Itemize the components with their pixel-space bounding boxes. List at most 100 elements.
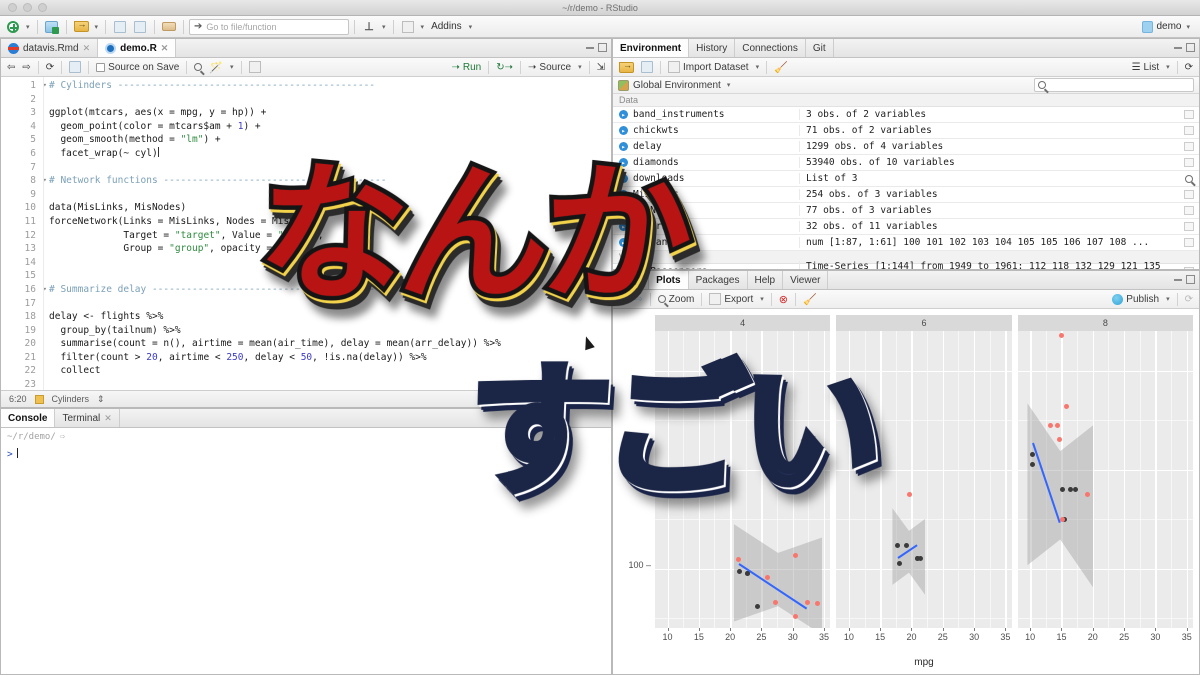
grid-icon[interactable] (1179, 158, 1199, 167)
plot-canvas[interactable]: 100 – 468 10 15 20 25 30 35 10 15 20 25 30 35 10 15 20… (613, 309, 1199, 674)
panes-dropdown-icon[interactable]: ▾ (419, 23, 427, 31)
code-line[interactable]: delay <- flights %>% (49, 310, 611, 324)
addins-dropdown-icon[interactable]: ▾ (467, 23, 475, 31)
code-line[interactable]: summarise(count = n(), airtime = mean(ai… (49, 337, 611, 351)
next-plot-button[interactable]: ⇨ (632, 294, 644, 305)
remove-plot-button[interactable]: ⊗ (777, 293, 790, 306)
search-icon[interactable] (1179, 174, 1199, 183)
import-dropdown-icon[interactable]: ▾ (754, 63, 762, 71)
expand-object-icon[interactable]: ▸ (619, 158, 628, 167)
environment-row[interactable]: ▸ diamonds 53940 obs. of 10 variables (613, 155, 1199, 171)
code-line[interactable] (49, 93, 611, 107)
environment-row[interactable]: ▸ volcano num [1:87, 1:61] 100 101 102 103… (613, 235, 1199, 251)
source-tab-demo-r[interactable]: demo.R ✕ (98, 39, 177, 57)
minimize-pane-icon[interactable] (586, 46, 594, 49)
code-line[interactable]: facet_wrap(~ cyl) (49, 146, 611, 161)
environment-row[interactable]: ▸ MisNodes 77 obs. of 3 variables (613, 203, 1199, 219)
grid-icon[interactable] (1179, 110, 1199, 119)
grid-icon[interactable] (1179, 267, 1199, 269)
plots-pane-window-buttons[interactable] (1174, 275, 1195, 284)
goto-file-function-input[interactable]: ➔ Go to file/function (189, 18, 350, 35)
code-line[interactable]: # Network functions --------------------… (49, 174, 611, 188)
print-button[interactable] (160, 18, 178, 36)
addins-button[interactable]: Addins (428, 21, 465, 32)
environment-object-name[interactable]: band_instruments (633, 109, 799, 120)
close-icon[interactable]: ✕ (161, 43, 169, 54)
current-scope[interactable]: Cylinders (52, 394, 90, 404)
save-workspace-button[interactable] (639, 61, 655, 73)
open-file-dropdown-icon[interactable]: ▾ (93, 23, 101, 31)
code-line[interactable]: Group = "group", opacity = 0.4) (49, 242, 611, 256)
project-dropdown-icon[interactable]: ▾ (1184, 23, 1192, 31)
expand-object-icon[interactable]: ▸ (619, 190, 628, 199)
code-line[interactable]: # Summarize delay ----------------------… (49, 283, 611, 297)
grid-icon[interactable] (1179, 126, 1199, 135)
code-line[interactable]: geom_smooth(method = "lm") + (49, 133, 611, 147)
environment-row[interactable]: ▸ mtcars 32 obs. of 11 variables (613, 219, 1199, 235)
find-replace-button[interactable] (192, 63, 204, 71)
compile-notebook-button[interactable] (247, 61, 263, 73)
tab-connections[interactable]: Connections (735, 39, 806, 57)
publish-dropdown-icon[interactable]: ▾ (1164, 295, 1172, 303)
code-line[interactable]: collect (49, 364, 611, 378)
close-icon[interactable]: ✕ (104, 413, 112, 424)
environment-object-name[interactable]: diamonds (633, 157, 799, 168)
environment-object-name[interactable]: chickwts (633, 125, 799, 136)
code-content[interactable]: # Cylinders ----------------------------… (43, 77, 611, 390)
code-line[interactable]: forceNetwork(Links = MisLinks, Nodes = M… (49, 215, 611, 229)
grid-icon[interactable] (1179, 206, 1199, 215)
environment-object-name[interactable]: downloads (633, 173, 799, 184)
source-dropdown-icon[interactable]: ▾ (576, 63, 584, 71)
maximize-pane-icon[interactable] (1186, 43, 1195, 52)
save-button[interactable] (111, 18, 129, 36)
source-pane-window-buttons[interactable] (586, 43, 607, 52)
tab-console[interactable]: Console (1, 409, 56, 427)
publish-button[interactable]: Publish (1110, 293, 1161, 305)
code-line[interactable] (49, 297, 611, 311)
close-icon[interactable]: ✕ (83, 43, 91, 54)
maximize-pane-icon[interactable] (598, 43, 607, 52)
open-file-button[interactable] (72, 18, 91, 36)
tab-history[interactable]: History (689, 39, 736, 57)
scope-dropdown-icon[interactable]: ⇕ (97, 394, 105, 405)
source-tab-datavis-rmd[interactable]: datavis.Rmd ✕ (1, 39, 99, 57)
code-line[interactable]: filter(count > 20, airtime < 250, delay … (49, 351, 611, 365)
code-line[interactable] (49, 378, 611, 390)
grid-icon[interactable] (1179, 142, 1199, 151)
code-tools-button[interactable]: 🪄 (207, 61, 225, 74)
code-line[interactable]: data(MisLinks, MisNodes) (49, 201, 611, 215)
environment-row[interactable]: ▸ chickwts 71 obs. of 2 variables (613, 123, 1199, 139)
code-line[interactable]: # Cylinders ----------------------------… (49, 79, 611, 93)
new-project-button[interactable] (43, 18, 61, 36)
show-outline-button[interactable]: ⟳ (44, 62, 56, 73)
expand-object-icon[interactable]: ▸ (619, 142, 628, 151)
forward-button[interactable]: ⇨ (20, 62, 32, 73)
code-line[interactable] (49, 161, 611, 175)
clear-plots-button[interactable]: 🧹 (801, 293, 819, 306)
code-line[interactable]: group_by(tailnum) %>% (49, 324, 611, 338)
environment-row[interactable]: AirPassengersTime-Series [1:144] from 19… (613, 260, 1199, 269)
environment-row[interactable]: ▸ MisLinks 254 obs. of 3 variables (613, 187, 1199, 203)
clear-objects-button[interactable]: 🧹 (772, 61, 790, 74)
new-file-button[interactable] (4, 18, 22, 36)
save-source-button[interactable] (67, 61, 83, 73)
environment-row[interactable]: ▸ band_instruments 3 obs. of 2 variables (613, 107, 1199, 123)
tab-terminal[interactable]: Terminal ✕ (55, 409, 120, 427)
code-line[interactable]: ggplot(mtcars, aes(x = mpg, y = hp)) + (49, 106, 611, 120)
open-in-files-icon[interactable]: ⇨ (60, 432, 65, 442)
console-body[interactable]: ~/r/demo/ ⇨ > (1, 428, 611, 674)
tab-help[interactable]: Help (748, 271, 784, 289)
new-file-dropdown-icon[interactable]: ▾ (24, 23, 32, 31)
code-line[interactable]: geom_point(color = mtcars$am + 1) + (49, 120, 611, 134)
console-prompt-line[interactable]: > (7, 448, 605, 460)
environment-context-label[interactable]: Global Environment (633, 80, 721, 91)
code-line[interactable]: Target = "target", Value = "value", (49, 229, 611, 243)
refresh-plot-button[interactable]: ⟳ (1183, 294, 1195, 305)
rerun-button[interactable]: ↻➝ (494, 62, 515, 73)
environment-object-name[interactable]: delay (633, 141, 799, 152)
grid-icon[interactable] (1179, 238, 1199, 247)
expand-object-icon[interactable]: ▸ (619, 206, 628, 215)
source-button[interactable]: ➝ Source (526, 62, 573, 73)
zoom-plot-button[interactable]: Zoom (656, 294, 697, 305)
project-selector[interactable]: demo ▾ (1142, 20, 1196, 33)
